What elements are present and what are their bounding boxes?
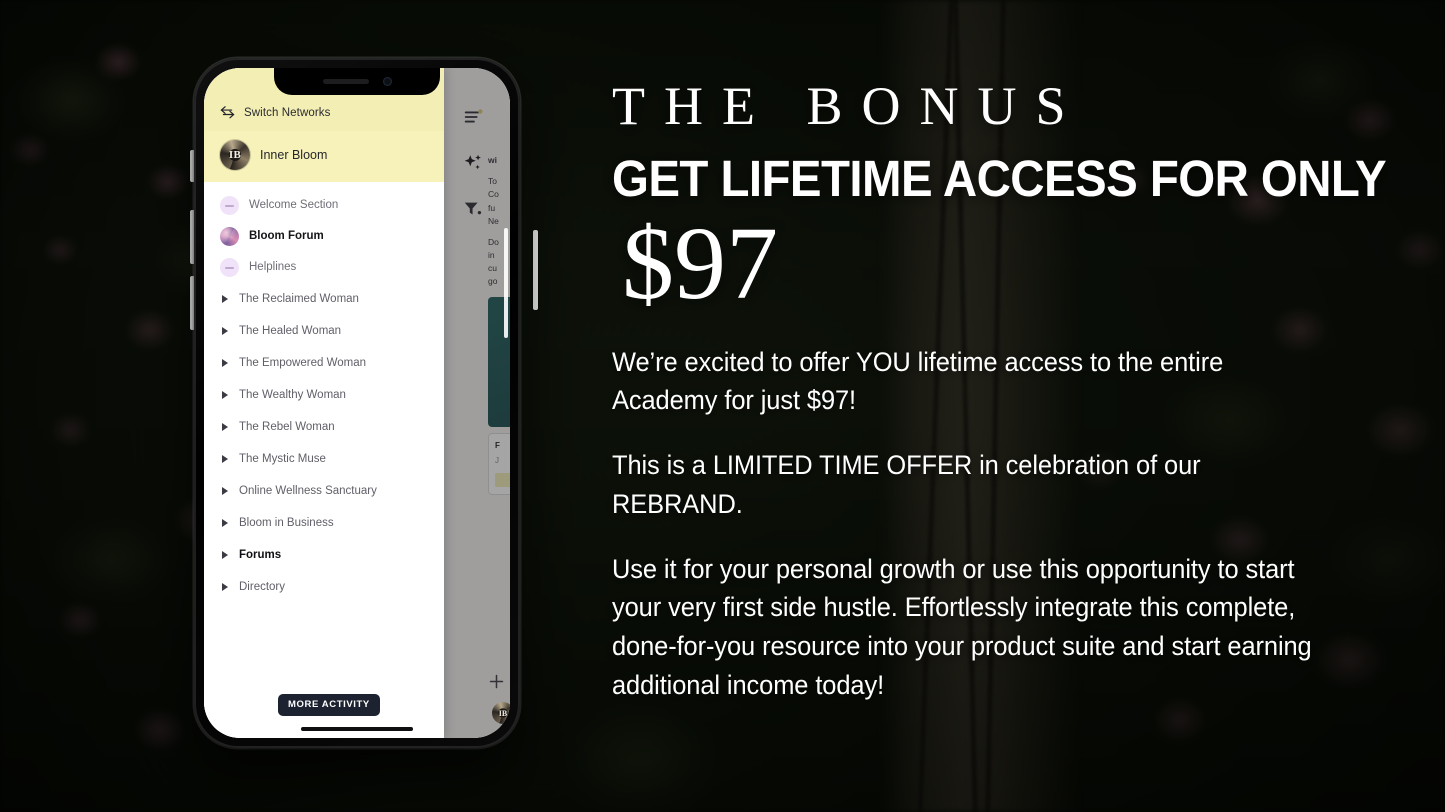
switch-networks-label: Switch Networks	[244, 106, 331, 119]
group-label: The Reclaimed Woman	[239, 293, 359, 305]
promo-copy-block: THE BONUS GET LIFETIME ACCESS FOR ONLY $…	[612, 76, 1387, 705]
chevron-right-icon	[222, 519, 228, 527]
group-item-the-rebel-woman[interactable]: The Rebel Woman	[204, 411, 444, 443]
group-label: The Rebel Woman	[239, 421, 335, 433]
channel-label: Bloom Forum	[249, 229, 324, 242]
phone-mockup: Switch Networks Inner Bloom Welcome Sect…	[190, 58, 538, 748]
promo-eyebrow: THE BONUS	[612, 76, 1085, 136]
channel-label: Helplines	[249, 260, 297, 273]
channel-item-helplines[interactable]: Helplines	[204, 252, 444, 283]
chevron-right-icon	[222, 487, 228, 495]
group-item-bloom-in-business[interactable]: Bloom in Business	[204, 507, 444, 539]
group-label: Directory	[239, 581, 286, 593]
app-content-pane: wi To Co fu Ne Do in cu go F J IB	[444, 68, 510, 738]
chevron-right-icon	[222, 455, 228, 463]
promo-body: We’re excited to offer YOU lifetime acce…	[612, 343, 1313, 705]
chevron-right-icon	[222, 359, 228, 367]
app-nav-drawer: Switch Networks Inner Bloom Welcome Sect…	[204, 68, 444, 738]
phone-screen: Switch Networks Inner Bloom Welcome Sect…	[204, 68, 510, 738]
promo-price: $97	[622, 205, 778, 321]
current-network-row[interactable]: Inner Bloom	[204, 131, 444, 182]
forum-avatar-icon	[220, 227, 239, 246]
group-label: The Healed Woman	[239, 325, 342, 337]
group-item-directory[interactable]: Directory	[204, 571, 444, 603]
network-name-label: Inner Bloom	[260, 148, 328, 162]
channel-label: Welcome Section	[249, 198, 339, 211]
group-label: Forums	[239, 549, 282, 561]
group-item-the-mystic-muse[interactable]: The Mystic Muse	[204, 443, 444, 475]
promo-slide: Switch Networks Inner Bloom Welcome Sect…	[0, 0, 1445, 812]
promo-paragraph: This is a LIMITED TIME OFFER in celebrat…	[612, 450, 1201, 519]
switch-arrows-icon	[220, 106, 235, 119]
chevron-right-icon	[222, 327, 228, 335]
content-dim-overlay[interactable]	[444, 68, 510, 738]
front-camera-icon	[382, 77, 392, 86]
group-label: Bloom in Business	[239, 517, 334, 529]
group-item-the-wealthy-woman[interactable]: The Wealthy Woman	[204, 379, 444, 411]
channel-item-bloom-forum[interactable]: Bloom Forum	[204, 221, 444, 252]
promo-paragraph: Use it for your personal growth or use t…	[612, 553, 1312, 700]
earpiece-speaker-icon	[322, 79, 369, 84]
user-avatar[interactable]: IB	[492, 702, 510, 724]
hash-circle-icon	[220, 258, 239, 277]
group-label: Online Wellness Sanctuary	[239, 485, 377, 497]
group-label: The Wealthy Woman	[239, 389, 346, 401]
chevron-right-icon	[222, 391, 228, 399]
chevron-right-icon	[222, 551, 228, 559]
phone-body: Switch Networks Inner Bloom Welcome Sect…	[194, 58, 520, 748]
more-activity-tooltip[interactable]: MORE ACTIVITY	[278, 694, 380, 716]
group-item-online-wellness-sanctuary[interactable]: Online Wellness Sanctuary	[204, 475, 444, 507]
phone-notch	[274, 68, 440, 95]
phone-power-button[interactable]	[533, 230, 538, 310]
group-item-forums[interactable]: Forums	[204, 539, 444, 571]
home-indicator	[301, 727, 413, 731]
group-label: The Mystic Muse	[239, 453, 326, 465]
vertical-scrollbar[interactable]	[504, 228, 508, 338]
hash-circle-icon	[220, 196, 239, 215]
chevron-right-icon	[222, 583, 228, 591]
promo-headline: GET LIFETIME ACCESS FOR ONLY	[612, 149, 1387, 207]
chevron-right-icon	[222, 295, 228, 303]
group-item-the-healed-woman[interactable]: The Healed Woman	[204, 315, 444, 347]
network-avatar	[220, 140, 250, 170]
group-item-the-empowered-woman[interactable]: The Empowered Woman	[204, 347, 444, 379]
channel-item-welcome-section[interactable]: Welcome Section	[204, 190, 444, 221]
promo-paragraph: We’re excited to offer YOU lifetime acce…	[612, 346, 1224, 416]
chevron-right-icon	[222, 423, 228, 431]
switch-networks-button[interactable]: Switch Networks	[204, 98, 444, 131]
group-item-the-reclaimed-woman[interactable]: The Reclaimed Woman	[204, 283, 444, 315]
channel-list[interactable]: Welcome Section Bloom Forum Helplines Th…	[204, 182, 444, 738]
group-label: The Empowered Woman	[239, 357, 366, 369]
